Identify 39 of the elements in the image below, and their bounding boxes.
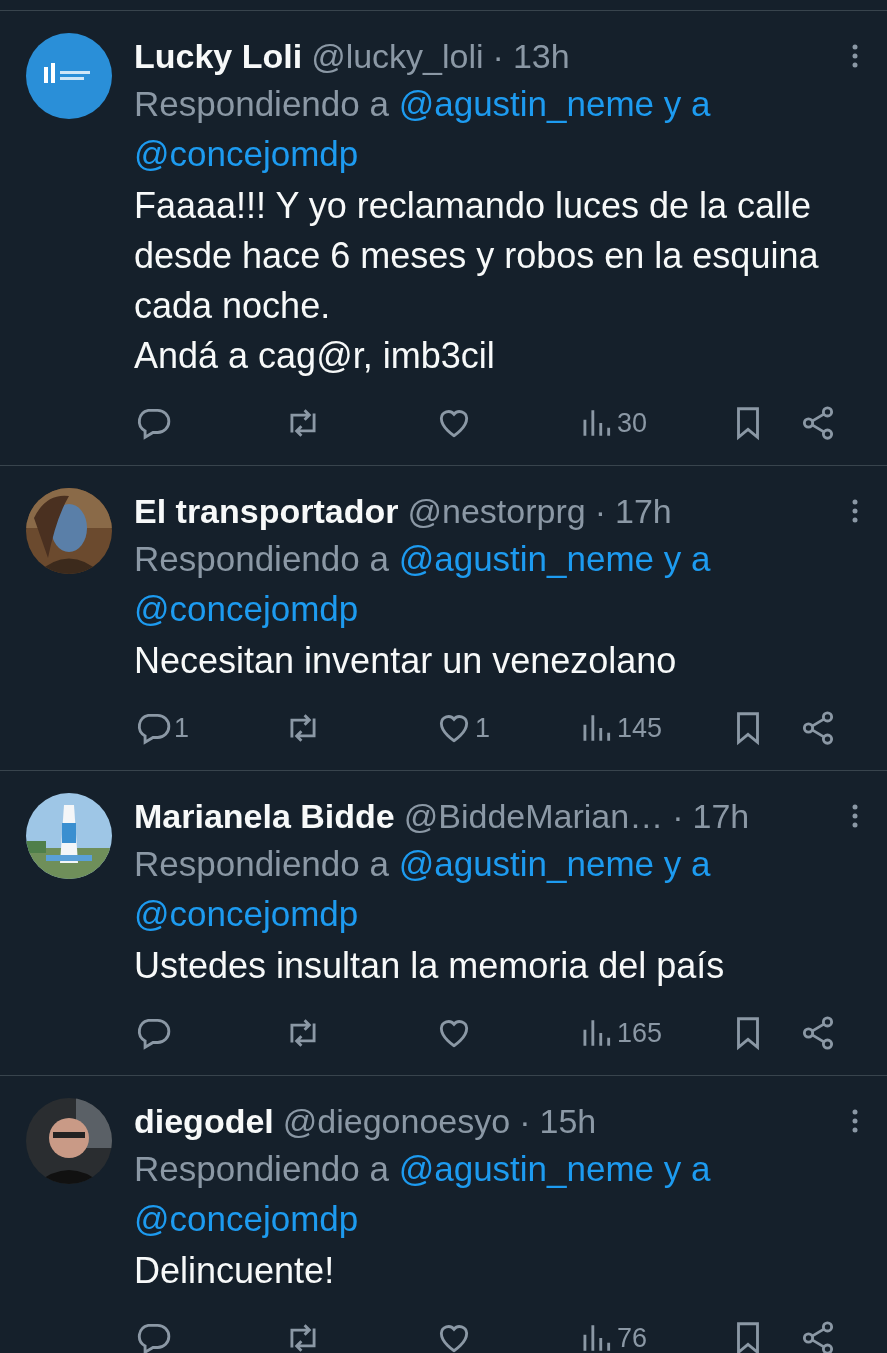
- reply-text: Delincuente!: [134, 1249, 336, 1293]
- mention-link[interactable]: @concejomdp: [134, 589, 359, 628]
- user-name[interactable]: Marianela Bidde: [134, 793, 395, 839]
- user-name[interactable]: El transportador: [134, 488, 399, 534]
- mention-link[interactable]: @agustin_neme y a: [398, 539, 711, 578]
- replying-label: Respondiendo a: [134, 84, 389, 123]
- user-name[interactable]: diegodel: [134, 1098, 274, 1144]
- user-name[interactable]: Lucky Loli: [134, 33, 303, 79]
- user-handle[interactable]: @lucky_loli: [311, 33, 484, 79]
- user-handle[interactable]: @nestorprg: [407, 488, 586, 534]
- view-count: 30: [617, 407, 648, 439]
- user-handle[interactable]: @diegonoesyo: [282, 1098, 511, 1144]
- mention-link[interactable]: @concejomdp: [134, 894, 359, 933]
- reply-text: Andá a cag@r, imb3cil: [134, 334, 496, 378]
- separator: ·: [594, 491, 606, 532]
- reply-text: Ustedes insultan la memoria del país: [134, 944, 726, 988]
- replying-label: Respondiendo a: [134, 1149, 389, 1188]
- separator: ·: [492, 36, 504, 77]
- timestamp[interactable]: 13h: [512, 33, 570, 79]
- reply-text: Faaaa!!! Y yo reclamando luces de la calle desde hace 6 meses y robos en la esquina cada noche.: [134, 184, 820, 328]
- reply-count: 1: [174, 712, 190, 744]
- mention-link[interactable]: @concejomdp: [134, 1199, 359, 1238]
- view-count: 145: [617, 712, 663, 744]
- replying-label: Respondiendo a: [134, 539, 389, 578]
- replying-label: Respondiendo a: [134, 844, 389, 883]
- user-handle[interactable]: @BiddeMarian…: [403, 793, 664, 839]
- view-count: 76: [617, 1322, 648, 1353]
- timestamp[interactable]: 17h: [692, 793, 750, 839]
- view-count: 165: [617, 1017, 663, 1049]
- mention-link[interactable]: @agustin_neme y a: [398, 844, 711, 883]
- mention-link[interactable]: @agustin_neme y a: [398, 1149, 711, 1188]
- reply-text: Necesitan inventar un venezolano: [134, 639, 678, 683]
- separator: ·: [519, 1101, 531, 1142]
- timestamp[interactable]: 15h: [539, 1098, 597, 1144]
- separator: ·: [672, 796, 684, 837]
- mention-link[interactable]: @concejomdp: [134, 134, 359, 173]
- mention-link[interactable]: @agustin_neme y a: [398, 84, 711, 123]
- like-count: 1: [475, 712, 491, 744]
- timestamp[interactable]: 17h: [614, 488, 672, 534]
